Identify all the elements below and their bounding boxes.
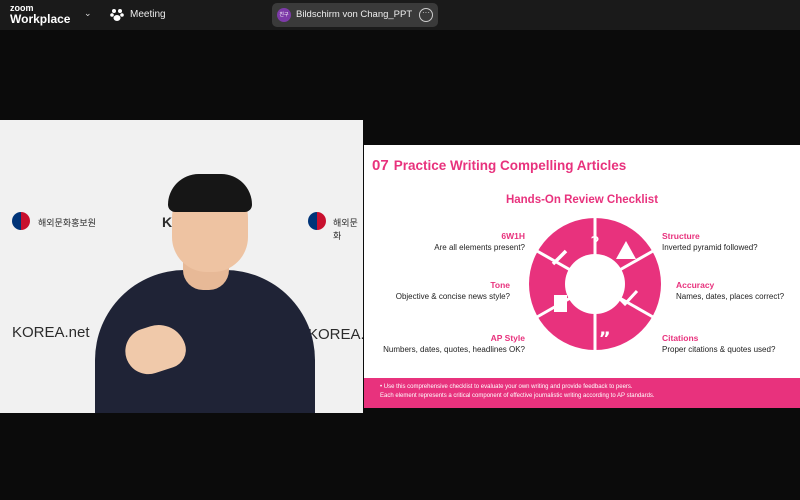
checklist-item-6w1h: 6W1H Are all elements present? xyxy=(434,231,525,252)
top-bar: zoom Workplace ⌄ Meeting 친구 Bildschirm v… xyxy=(0,0,800,30)
korea-emblem-icon xyxy=(308,212,326,230)
item-text: Proper citations & quotes used? xyxy=(662,345,776,354)
avatar: 친구 xyxy=(277,8,291,22)
wall-logo-text: KOREA.net xyxy=(12,324,90,341)
person-hair xyxy=(168,174,252,212)
quote-icon: „ xyxy=(599,319,611,340)
item-text: Names, dates, places correct? xyxy=(676,292,785,301)
item-text: Are all elements present? xyxy=(434,243,525,252)
checklist-cycle-diagram: ? „ xyxy=(529,217,661,351)
question-icon: ? xyxy=(590,233,600,254)
slide-footer: • Use this comprehensive checklist to ev… xyxy=(364,378,800,408)
wall-logo-text: KOREA.net xyxy=(308,326,363,343)
checklist-item-accuracy: Accuracy Names, dates, places correct? xyxy=(676,280,784,301)
korea-emblem-icon xyxy=(12,212,30,230)
item-heading: 6W1H xyxy=(501,231,525,241)
chevron-down-icon[interactable]: ⌄ xyxy=(84,8,92,19)
participant-video[interactable]: 해외문화홍보원 KO 해외문화 KOREA.net KOREA.net xyxy=(0,120,363,413)
meeting-icon[interactable] xyxy=(110,8,124,22)
logo-line2: Workplace xyxy=(10,12,71,26)
more-options-icon[interactable]: ··· xyxy=(419,8,433,22)
item-heading: Tone xyxy=(490,280,510,290)
book-icon xyxy=(554,295,567,312)
item-heading: Citations xyxy=(662,333,699,343)
footer-line: • Use this comprehensive checklist to ev… xyxy=(380,384,633,390)
item-heading: AP Style xyxy=(490,333,525,343)
cycle-center xyxy=(565,254,625,314)
meeting-label[interactable]: Meeting xyxy=(130,9,166,20)
agency-text: 해외문화홍보원 xyxy=(38,218,96,228)
item-heading: Accuracy xyxy=(676,280,715,290)
zoom-logo: zoom Workplace xyxy=(10,3,70,25)
item-heading: Structure xyxy=(662,231,700,241)
checklist-item-tone: Tone Objective & concise news style? xyxy=(396,280,510,301)
footer-line: Each element represents a critical compo… xyxy=(380,393,655,399)
slide-subtitle: Hands-On Review Checklist xyxy=(505,194,659,206)
share-label: Bildschirm von Chang_PPT xyxy=(296,9,413,20)
item-text: Inverted pyramid followed? xyxy=(662,243,758,252)
checklist-item-ap-style: AP Style Numbers, dates, quotes, headlin… xyxy=(383,333,525,354)
item-text: Numbers, dates, quotes, headlines OK? xyxy=(383,345,525,354)
screen-share-pill[interactable]: 친구 Bildschirm von Chang_PPT ··· xyxy=(272,3,438,27)
slide-title: 07 Practice Writing Compelling Articles xyxy=(372,157,626,174)
item-text: Objective & concise news style? xyxy=(395,292,510,301)
checklist-item-citations: Citations Proper citations & quotes used… xyxy=(662,333,775,354)
checklist-item-structure: Structure Inverted pyramid followed? xyxy=(662,231,758,252)
shared-slide[interactable]: 07 Practice Writing Compelling Articles H… xyxy=(364,145,800,408)
slide-number: 07 xyxy=(372,157,389,174)
slide-title-text: Practice Writing Compelling Articles xyxy=(393,158,627,173)
agency-text: 해외문화 xyxy=(333,218,358,241)
